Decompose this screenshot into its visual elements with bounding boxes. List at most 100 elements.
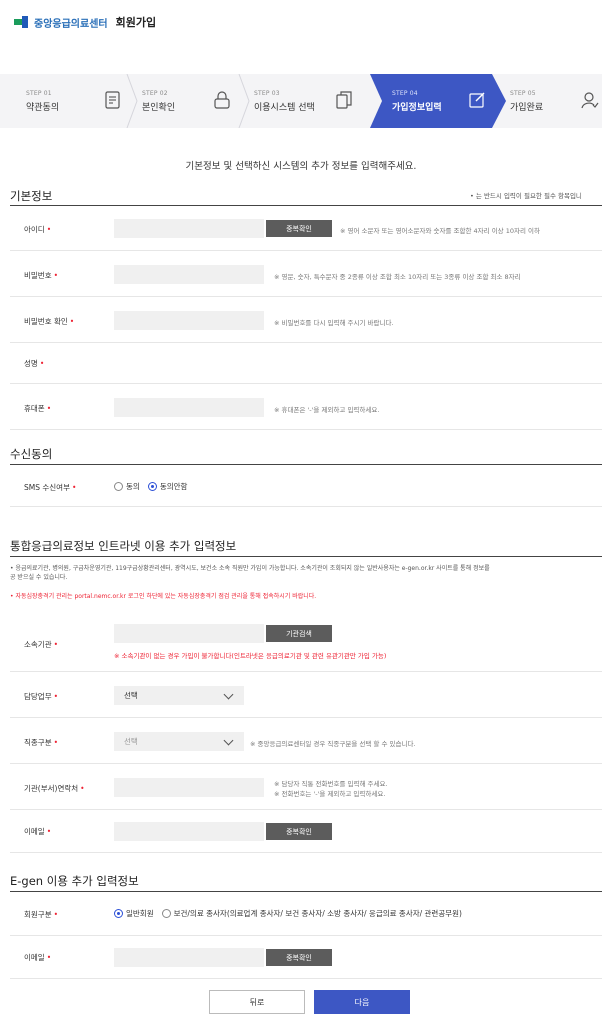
org-input[interactable] [114, 624, 264, 643]
section-title-egen: E-gen 이용 추가 입력정보 [10, 874, 139, 888]
member-worker-radio[interactable]: 보건/의료 종사자(의료업계 종사자/ 보건 종사자/ 소방 종사자/ 응급의료… [161, 908, 462, 919]
section-title-consent: 수신동의 [10, 447, 53, 461]
sms-disagree-radio[interactable]: 동의안함 [147, 481, 187, 492]
password-confirm-hint: ※ 비밀번호를 다시 입력해 주시기 바랍니다. [274, 319, 394, 327]
email-check-button[interactable]: 중복확인 [266, 823, 332, 840]
page-header: 중앙응급의료센터 회원가입 [0, 0, 602, 44]
org-hint: ※ 소속기관이 없는 경우 가입이 불가합니다(인트라넷은 응급의료기관 및 관… [114, 652, 387, 660]
duty-select[interactable]: 선택 [114, 686, 244, 705]
label-job: 직종구분 • [24, 738, 59, 747]
sms-agree-radio[interactable]: 동의 [114, 481, 140, 492]
row-id: 아이디 • 중복확인 ※ 영어 소문자 또는 영어소문자와 숫자를 조합한 4자리… [10, 206, 602, 251]
chevron-down-icon [223, 735, 234, 746]
page-title: 회원가입 [115, 16, 157, 29]
required-note: • 는 반드시 입력이 필요한 필수 항목입니 [470, 192, 582, 200]
label-email-egen: 이메일 • [24, 953, 52, 962]
step-number: STEP 02 [142, 89, 168, 97]
id-check-button[interactable]: 중복확인 [266, 220, 332, 237]
row-email-egen: 이메일 • 중복확인 [10, 937, 602, 979]
label-name: 성명 • [24, 359, 45, 368]
step-3: STEP 03 이용시스템 선택 [254, 74, 315, 128]
password-input[interactable] [114, 265, 264, 284]
step-separator [126, 74, 138, 128]
step-separator [238, 74, 250, 128]
step-number: STEP 03 [254, 89, 280, 97]
back-button[interactable]: 뒤로 [209, 990, 305, 1014]
email-input[interactable] [114, 822, 264, 841]
org-tel-input[interactable] [114, 778, 264, 797]
label-sms: SMS 수신여부 • [24, 483, 77, 492]
sms-radio-group: 동의 동의안함 [114, 481, 195, 492]
member-type-radio-group: 일반회원 보건/의료 종사자(의료업계 종사자/ 보건 종사자/ 소방 종사자/… [114, 908, 470, 919]
edit-icon [469, 92, 485, 108]
step-notch [370, 74, 382, 128]
step-number: STEP 04 [392, 89, 418, 97]
id-hint: ※ 영어 소문자 또는 영어소문자와 숫자를 조합한 4자리 이상 10자리 이… [340, 227, 540, 235]
aed-info: • 자동심장충격기 관리는 portal.nemc.or.kr 로그인 하단에 … [10, 593, 317, 600]
step-progress: STEP 01 약관동의 STEP 02 본인확인 STEP 03 이용시스템 … [0, 74, 602, 128]
label-password-confirm: 비밀번호 확인 • [24, 317, 75, 326]
next-button[interactable]: 다음 [314, 990, 410, 1014]
radio-icon [161, 909, 171, 918]
user-check-icon [581, 92, 599, 109]
step-number: STEP 01 [26, 89, 52, 97]
step-arrow [492, 74, 506, 128]
phone-input[interactable] [114, 398, 264, 417]
logo-text: 중앙응급의료센터 [34, 18, 108, 30]
radio-selected-icon [147, 482, 157, 491]
egen-email-check-button[interactable]: 중복확인 [266, 949, 332, 966]
label-org-tel: 기관(부서)연락처 • [24, 784, 85, 793]
intranet-info: • 응급의료기관, 병의원, 구급차운영기관, 119구급상황관리센터, 광역시… [10, 565, 490, 581]
step-5: STEP 05 가입완료 [510, 74, 543, 128]
egen-email-input[interactable] [114, 948, 264, 967]
lock-icon [214, 91, 230, 109]
logo-icon [14, 16, 30, 28]
org-search-button[interactable]: 기관검색 [266, 625, 332, 642]
pages-icon [336, 91, 352, 109]
password-hint: ※ 영문, 숫자, 특수문자 중 2종류 이상 조합 최소 10자리 또는 3종… [274, 273, 521, 281]
label-phone: 휴대폰 • [24, 404, 52, 413]
label-id: 아이디 • [24, 225, 52, 234]
chevron-down-icon [223, 689, 234, 700]
row-org: 소속기관 • 기관검색 ※ 소속기관이 없는 경우 가입이 불가합니다(인트라넷은… [10, 612, 602, 672]
label-org: 소속기관 • [24, 640, 59, 649]
section-title-intranet: 통합응급의료정보 인트라넷 이용 추가 입력정보 [10, 539, 237, 553]
label-email: 이메일 • [24, 827, 52, 836]
step-2: STEP 02 본인확인 [142, 74, 175, 128]
radio-icon [114, 482, 123, 491]
step-1: STEP 01 약관동의 [26, 74, 59, 128]
phone-hint: ※ 휴대폰은 '-'을 제외하고 입력하세요. [274, 406, 380, 414]
row-password: 비밀번호 • ※ 영문, 숫자, 특수문자 중 2종류 이상 조합 최소 10자리… [10, 252, 602, 297]
radio-selected-icon [114, 909, 123, 918]
label-duty: 담당업무 • [24, 692, 59, 701]
org-tel-hint-2: ※ 전화번호는 '-'을 제외하고 입력하세요. [274, 790, 386, 798]
row-job: 직종구분 • 선택 ※ 중앙응급의료센터일 경우 직종구분을 선택 할 수 있습니… [10, 719, 602, 764]
row-password-confirm: 비밀번호 확인 • ※ 비밀번호를 다시 입력해 주시기 바랍니다. [10, 298, 602, 343]
id-input[interactable] [114, 219, 264, 238]
member-general-radio[interactable]: 일반회원 [114, 908, 154, 919]
step-name: 이용시스템 선택 [254, 102, 315, 113]
label-password: 비밀번호 • [24, 271, 59, 280]
job-select[interactable]: 선택 [114, 732, 244, 751]
row-sms: SMS 수신여부 • 동의 동의안함 [10, 465, 602, 507]
document-icon [105, 91, 120, 109]
section-title-basic: 기본정보 [10, 189, 53, 203]
step-name: 가입완료 [510, 102, 544, 113]
row-org-tel: 기관(부서)연락처 • ※ 담당자 직통 전화번호를 입력해 주세요. ※ 전화번… [10, 765, 602, 810]
row-email-intranet: 이메일 • 중복확인 [10, 811, 602, 853]
job-hint: ※ 중앙응급의료센터일 경우 직종구분을 선택 할 수 있습니다. [250, 740, 416, 748]
row-phone: 휴대폰 • ※ 휴대폰은 '-'을 제외하고 입력하세요. [10, 385, 602, 430]
row-name: 성명 • [10, 344, 602, 384]
label-member-type: 회원구분 • [24, 910, 59, 919]
org-tel-hint-1: ※ 담당자 직통 전화번호를 입력해 주세요. [274, 780, 388, 788]
step-name: 약관동의 [26, 102, 60, 113]
logo[interactable]: 중앙응급의료센터 [14, 15, 108, 30]
step-number: STEP 05 [510, 89, 536, 97]
step-name: 본인확인 [142, 102, 176, 113]
row-member-type: 회원구분 • 일반회원 보건/의료 종사자(의료업계 종사자/ 보건 종사자/ 소… [10, 892, 602, 936]
step-name: 가입정보입력 [392, 102, 442, 113]
intro-text: 기본정보 및 선택하신 시스템의 추가 정보를 입력해주세요. [185, 161, 417, 172]
row-duty: 담당업무 • 선택 [10, 673, 602, 718]
password-confirm-input[interactable] [114, 311, 264, 330]
section-divider [10, 556, 602, 557]
